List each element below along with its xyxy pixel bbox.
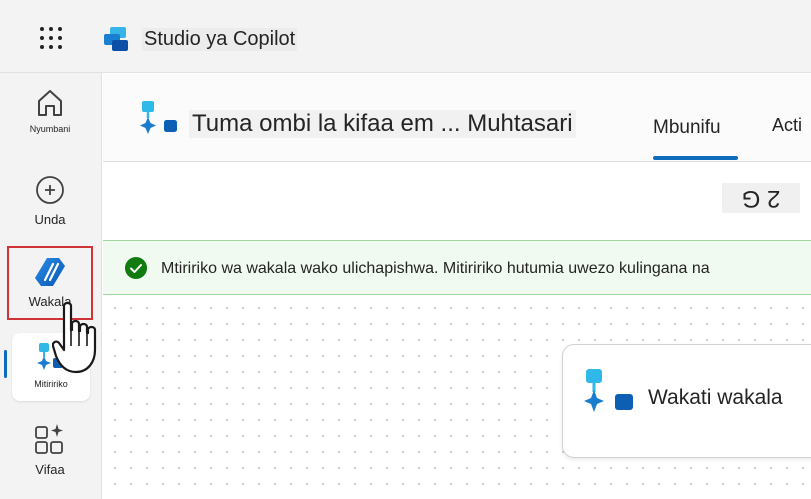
trigger-node-label: Wakati wakala	[648, 386, 783, 409]
app-launcher-icon[interactable]	[38, 25, 62, 49]
nav-label-tools: Vifaa	[35, 462, 65, 477]
success-check-icon	[125, 257, 147, 279]
nav-item-home[interactable]: Nyumbani	[8, 88, 92, 134]
trigger-node-icon	[584, 369, 633, 412]
tab-designer[interactable]: Mbunifu	[653, 117, 721, 139]
flow-title: Tuma ombi la kifaa em ... Muhtasari	[189, 110, 576, 138]
banner-message: Mtiririko wa wakala wako ulichapishwa. M…	[161, 260, 710, 277]
nav-label-flows: Mitiririko	[34, 379, 68, 389]
tab-activity[interactable]: Acti	[772, 115, 802, 136]
flow-title-icon	[140, 101, 177, 134]
agent-icon	[35, 258, 65, 286]
add-circle-icon	[36, 176, 64, 204]
flipped-label: 2 G	[722, 183, 800, 213]
nav-label-home: Nyumbani	[29, 124, 71, 134]
home-icon	[38, 90, 62, 116]
hand-pointer-icon	[52, 301, 97, 374]
nav-item-tools[interactable]: Vifaa	[8, 422, 92, 477]
copilot-studio-logo-icon	[104, 27, 128, 51]
app-title: Studio ya Copilot	[142, 28, 298, 51]
tools-icon	[35, 424, 63, 454]
nav-active-indicator	[4, 350, 7, 378]
nav-item-create[interactable]: Unda	[8, 174, 92, 227]
tab-active-underline	[653, 156, 738, 160]
nav-label-create: Unda	[34, 212, 66, 227]
